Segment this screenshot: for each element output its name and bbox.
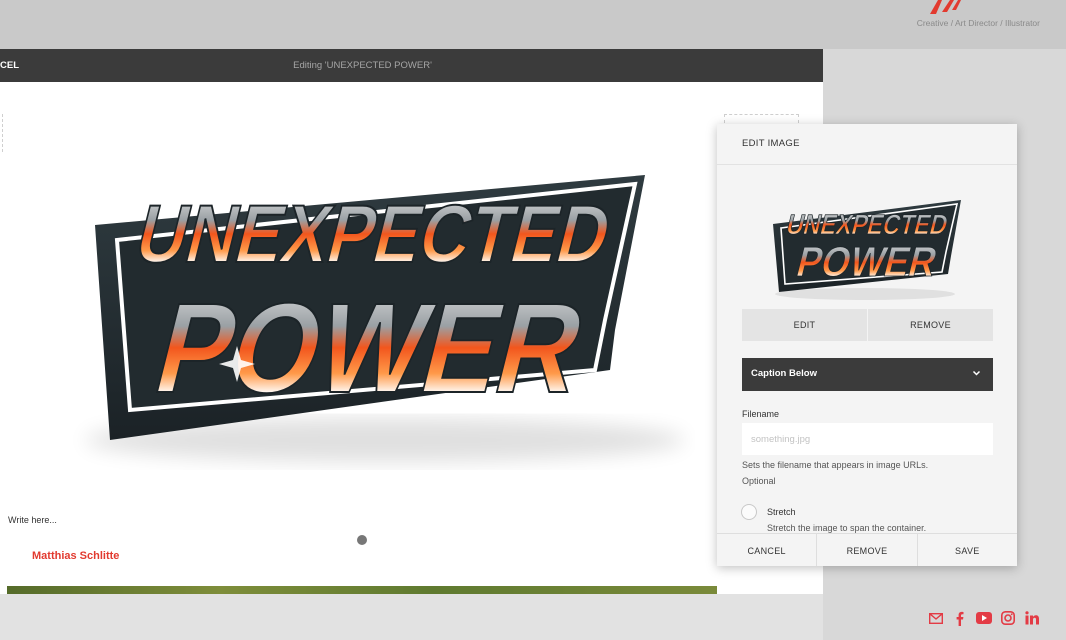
page-footer: [0, 594, 823, 640]
hero-image[interactable]: UNEXPECTED POWER: [55, 170, 695, 470]
photo-preview: [7, 586, 717, 594]
site-tagline: Creative / Art Director / Illustrator: [916, 18, 1040, 28]
site-logo[interactable]: [928, 0, 988, 16]
instagram-icon[interactable]: [1000, 610, 1016, 626]
stretch-label: Stretch: [767, 507, 796, 517]
mail-icon[interactable]: [928, 610, 944, 626]
filename-help: Sets the filename that appears in image …: [742, 458, 993, 489]
caption-position-select[interactable]: Caption Below: [742, 358, 993, 391]
linkedin-icon[interactable]: [1024, 610, 1040, 626]
block-outline: [724, 114, 799, 123]
remove-button[interactable]: REMOVE: [817, 534, 918, 566]
filename-optional-text: Optional: [742, 475, 776, 486]
chevron-down-icon: [972, 366, 981, 383]
edit-image-panel: EDIT IMAGE UNEXPECTED POWER EDIT REMOVE …: [717, 124, 1017, 566]
author-name[interactable]: Matthias Schlitte: [32, 550, 119, 562]
cancel-edit-button[interactable]: CEL: [0, 49, 19, 82]
hero-text-line1: UNEXPECTED: [128, 188, 621, 280]
image-action-buttons: EDIT REMOVE: [742, 309, 993, 341]
image-thumbnail: UNEXPECTED POWER: [773, 200, 961, 300]
hero-text-line2: POWER: [143, 276, 599, 420]
block-outline-left: [0, 114, 3, 152]
stretch-description: Stretch the image to span the container.: [767, 523, 927, 533]
caption-input[interactable]: Write here...: [8, 515, 57, 525]
caption-position-value: Caption Below: [751, 368, 817, 379]
drag-handle[interactable]: [357, 535, 367, 545]
thumb-text-line1: UNEXPECTED: [783, 209, 951, 241]
filename-label: Filename: [742, 409, 780, 419]
facebook-icon[interactable]: [952, 610, 968, 626]
filename-input[interactable]: [742, 423, 993, 455]
panel-title: EDIT IMAGE: [742, 138, 800, 149]
save-button[interactable]: SAVE: [918, 534, 1017, 566]
editing-title: Editing 'UNEXPECTED POWER': [293, 60, 432, 71]
edit-canvas: UNEXPECTED POWER Write here... Matthias …: [0, 82, 823, 594]
panel-footer: CANCEL REMOVE SAVE: [717, 533, 1017, 566]
stretch-radio[interactable]: [741, 504, 757, 520]
filename-help-text: Sets the filename that appears in image …: [742, 460, 929, 470]
edit-image-button[interactable]: EDIT: [742, 309, 867, 341]
cancel-button[interactable]: CANCEL: [717, 534, 818, 566]
youtube-icon[interactable]: [976, 610, 992, 626]
remove-image-button[interactable]: REMOVE: [868, 309, 993, 341]
thumb-text-line2: POWER: [792, 239, 942, 286]
edit-toolbar: CEL Editing 'UNEXPECTED POWER': [0, 49, 823, 82]
panel-header: EDIT IMAGE: [717, 124, 1017, 165]
